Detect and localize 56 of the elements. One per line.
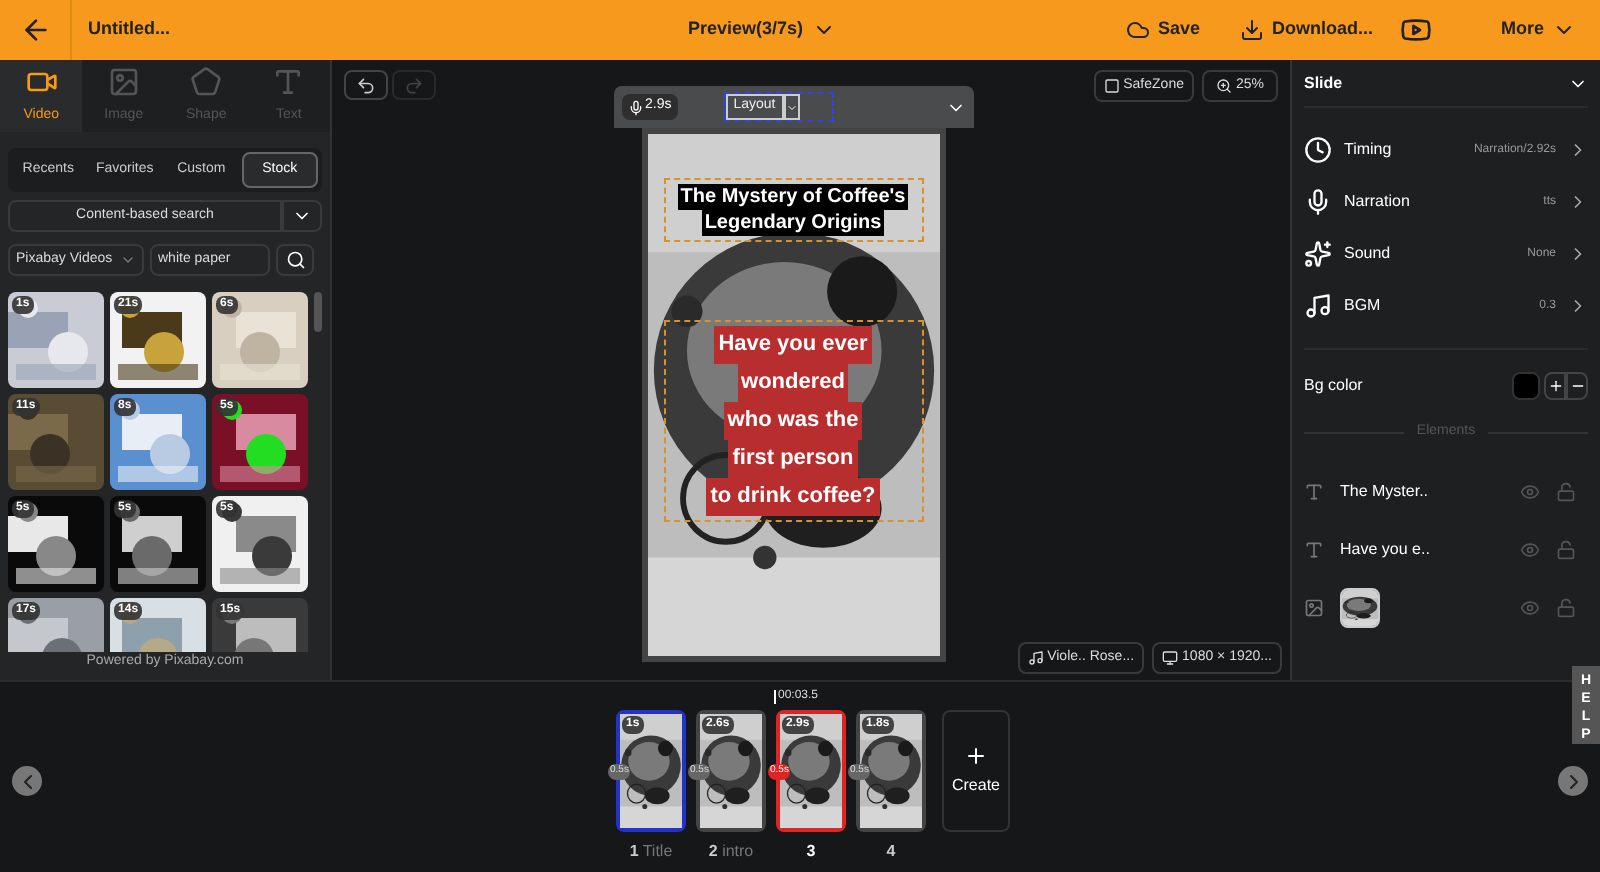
slide-label: 3 [806,840,816,864]
eye-icon[interactable] [1520,540,1540,560]
scroll-left-button[interactable] [12,766,42,796]
color-swatch[interactable] [1512,372,1540,400]
cloud-icon [1125,18,1150,42]
redo-icon [404,75,424,95]
plus-button[interactable] [1544,372,1566,400]
image-icon [1304,598,1324,618]
pentagon-icon [190,65,223,98]
youtube-icon [1400,14,1433,46]
preview-dropdown[interactable]: Preview(3/7s) [688,16,836,44]
search-icon [285,250,305,270]
sparkle-icon [1304,240,1332,268]
microphone-icon [627,99,643,115]
question-text-box[interactable]: Have you ever wondered who was the first person to drink coffee? [663,320,923,522]
scrollbar [314,292,322,332]
clock-icon [1304,136,1332,164]
more-button[interactable]: More [1500,16,1576,44]
bg-color-label: Bg color [1304,374,1365,398]
zoom-icon [1215,78,1232,94]
text-icon [1304,482,1324,502]
create-slide-button[interactable]: Create [942,710,1010,832]
plus-icon [1547,378,1563,394]
unlock-icon[interactable] [1556,598,1576,618]
plus-icon [964,744,988,768]
slide-label: 1 Title [629,840,673,864]
youtube-button[interactable] [1400,14,1433,46]
slide-label: 4 [886,840,896,864]
save-button[interactable]: Save [1125,16,1200,44]
text-icon [1304,540,1324,560]
text-icon [272,65,305,98]
microphone-icon [1304,188,1332,216]
eye-icon[interactable] [1520,482,1540,502]
music-note-icon [1027,650,1044,666]
frame-icon [1103,78,1120,94]
minus-button[interactable] [1566,372,1588,400]
download-button[interactable]: Download... [1239,16,1373,44]
undo-button[interactable] [344,70,388,100]
monitor-icon [1162,650,1179,666]
music-note-icon [1304,292,1332,320]
element-row[interactable]: The Myster.. [1304,471,1588,513]
unlock-icon[interactable] [1556,482,1576,502]
image-icon [107,65,140,98]
eye-icon[interactable] [1520,598,1540,618]
unlock-icon[interactable] [1556,540,1576,560]
element-row[interactable]: Have you e.. [1304,529,1588,571]
undo-icon [356,75,376,95]
project-title: Untitled... [88,16,172,43]
search-button[interactable] [276,244,314,276]
layout-caret-button[interactable] [783,94,800,120]
caret-icon [120,252,136,268]
scroll-right-button[interactable] [1558,766,1588,796]
slide-label: 2 intro [708,840,754,864]
title-text-box[interactable]: The Mystery of Coffee's Legendary Origins [663,178,923,242]
panel-title: Slide [1304,71,1343,95]
download-icon [1239,18,1264,42]
